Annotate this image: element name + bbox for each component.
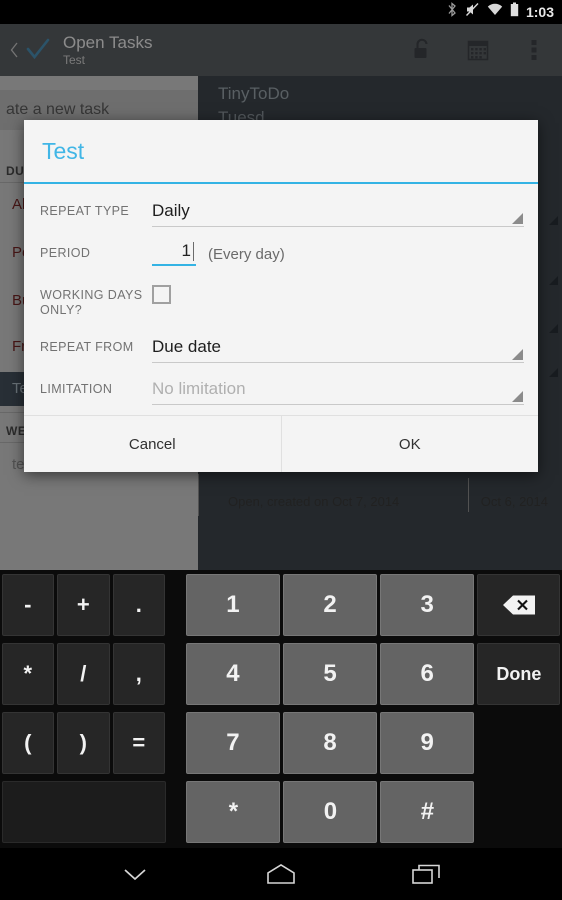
key-slash[interactable]: /	[57, 643, 110, 705]
field-row-repeat-from: REPEAT FROM Due date	[24, 328, 538, 370]
field-control-period: 1 (Every day)	[152, 234, 524, 266]
key-asterisk[interactable]: *	[1, 643, 55, 705]
field-row-working-days: WORKING DAYS ONLY?	[24, 276, 538, 328]
repeat-from-value: Due date	[152, 336, 221, 356]
repeat-from-spinner[interactable]: Due date	[152, 331, 524, 363]
battery-icon	[510, 2, 519, 22]
navigation-bar	[0, 848, 562, 900]
key-3[interactable]: 3	[380, 574, 475, 636]
text-caret	[193, 241, 194, 261]
working-days-checkbox[interactable]	[152, 285, 171, 304]
key-hash[interactable]: #	[380, 781, 475, 843]
key-paren-close[interactable]: )	[57, 712, 110, 774]
key-minus[interactable]: -	[1, 574, 55, 636]
repeat-type-value: Daily	[152, 200, 190, 220]
key-equals[interactable]: =	[112, 712, 166, 774]
numeric-keyboard: - + . 1 2 3 * / , 4 5 6 Done () = 7 8 9…	[0, 570, 562, 848]
key-period[interactable]: .	[112, 574, 166, 636]
repeat-type-spinner[interactable]: Daily	[152, 195, 524, 227]
volume-mute-icon	[465, 2, 480, 22]
key-6[interactable]: 6	[380, 643, 475, 705]
field-control-working-days	[152, 276, 524, 304]
field-label-period: PERIOD	[40, 246, 91, 260]
field-row-limitation: LIMITATION No limitation	[24, 370, 538, 412]
field-control-repeat-from: Due date	[152, 328, 524, 363]
wifi-icon	[487, 3, 503, 21]
key-2[interactable]: 2	[283, 574, 378, 636]
keyboard-row: * 0 #	[0, 779, 562, 848]
field-control-repeat-type: Daily	[152, 192, 524, 227]
key-plus[interactable]: +	[57, 574, 110, 636]
spinner-triangle-icon	[512, 349, 523, 360]
bluetooth-icon	[446, 2, 458, 22]
recents-icon[interactable]	[397, 848, 457, 900]
period-input-wrap: 1 (Every day)	[152, 238, 524, 266]
period-note: (Every day)	[208, 246, 285, 263]
home-icon[interactable]	[251, 848, 311, 900]
field-label-repeat-type: REPEAT TYPE	[40, 204, 130, 218]
period-value: 1	[181, 241, 191, 260]
keyboard-row: ( ) = 7 8 9	[0, 710, 562, 779]
field-control-limitation: No limitation	[152, 370, 524, 405]
field-label-limitation: LIMITATION	[40, 382, 113, 396]
ok-button[interactable]: OK	[280, 416, 539, 472]
hide-keyboard-icon[interactable]	[105, 848, 165, 900]
key-blank[interactable]	[1, 781, 166, 843]
keyboard-row: - + . 1 2 3	[0, 572, 562, 641]
cancel-button[interactable]: Cancel	[24, 416, 281, 472]
done-key[interactable]: Done	[477, 643, 561, 705]
key-comma[interactable]: ,	[112, 643, 166, 705]
limitation-spinner[interactable]: No limitation	[152, 373, 524, 405]
field-row-period: PERIOD 1 (Every day)	[24, 234, 538, 276]
key-4[interactable]: 4	[185, 643, 280, 705]
period-input[interactable]: 1	[152, 238, 196, 266]
spinner-triangle-icon	[512, 213, 523, 224]
keyboard-empty-slot	[477, 712, 560, 774]
keyboard-row: * / , 4 5 6 Done	[0, 641, 562, 710]
field-label-working-days: WORKING DAYS ONLY?	[40, 288, 143, 317]
key-8[interactable]: 8	[283, 712, 378, 774]
status-clock: 1:03	[525, 4, 554, 20]
key-asterisk-bottom[interactable]: *	[186, 781, 281, 843]
dialog-button-bar: Cancel OK	[24, 415, 538, 472]
limitation-value: No limitation	[152, 378, 246, 398]
status-bar: 1:03	[0, 0, 562, 24]
backspace-icon[interactable]	[477, 574, 561, 636]
screen: 1:03 Open Tasks Test ate a new task DUE …	[0, 0, 562, 900]
dialog-title: Test	[42, 137, 85, 164]
key-1[interactable]: 1	[185, 574, 280, 636]
key-paren-open[interactable]: (	[1, 712, 55, 774]
key-9[interactable]: 9	[380, 712, 475, 774]
key-5[interactable]: 5	[283, 643, 378, 705]
key-0[interactable]: 0	[283, 781, 378, 843]
spinner-triangle-icon	[512, 391, 523, 402]
key-7[interactable]: 7	[185, 712, 280, 774]
field-label-repeat-from: REPEAT FROM	[40, 340, 134, 354]
field-row-repeat-type: REPEAT TYPE Daily	[24, 192, 538, 234]
dialog-title-bar: Test	[24, 120, 538, 182]
dialog-body: REPEAT TYPE Daily PERIOD 1 (Every day) W…	[24, 184, 538, 415]
keyboard-empty-slot	[477, 781, 560, 843]
repeat-settings-dialog: Test REPEAT TYPE Daily PERIOD 1 (Every d…	[24, 120, 538, 472]
